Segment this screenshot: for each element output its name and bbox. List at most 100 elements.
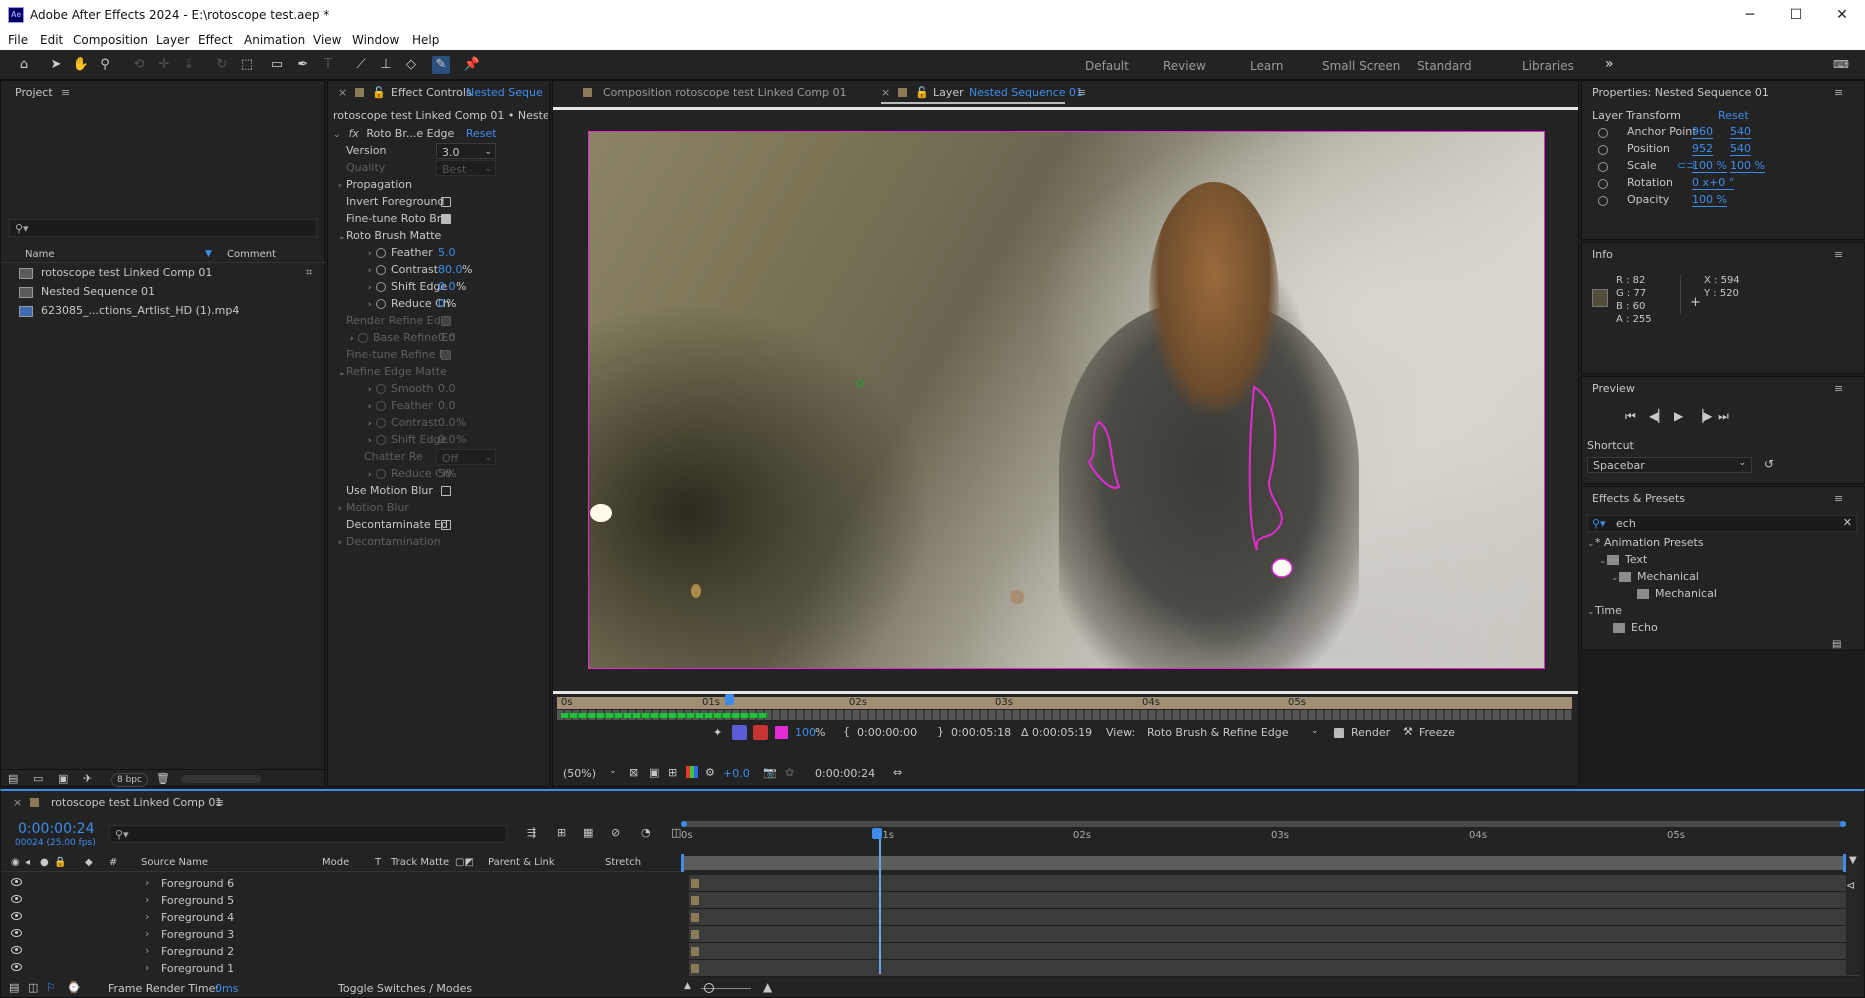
- stopwatch-icon[interactable]: [376, 299, 386, 309]
- freeze-button[interactable]: Freeze: [1419, 726, 1455, 739]
- stopwatch-icon[interactable]: [376, 418, 386, 428]
- chevron-right-icon[interactable]: ›: [368, 416, 376, 432]
- effect-controls-tab[interactable]: Effect Controls: [391, 86, 472, 99]
- overlay-opacity[interactable]: 100: [795, 726, 816, 739]
- visibility-eye-icon[interactable]: [11, 895, 22, 903]
- timeline-layer-row[interactable]: › Foreground 5: [1, 892, 681, 909]
- minimize-button[interactable]: ─: [1730, 4, 1770, 26]
- label-column-icon[interactable]: ◆: [85, 857, 93, 868]
- ec-checkbox[interactable]: [441, 197, 451, 207]
- project-item[interactable]: rotoscope test Linked Comp 01: [1, 265, 301, 281]
- magnification-dropdown[interactable]: (50%): [563, 767, 596, 780]
- audio-toggle-icon[interactable]: ◂: [25, 857, 30, 868]
- chevron-right-icon[interactable]: ›: [368, 467, 376, 483]
- workspace-libraries[interactable]: Libraries: [1522, 59, 1574, 73]
- color-management-icon[interactable]: ⚙: [705, 766, 715, 779]
- menu-composition[interactable]: Composition: [73, 33, 148, 47]
- grid-icon[interactable]: ⊞: [668, 766, 677, 779]
- lock-toggle-icon[interactable]: 🔒: [54, 857, 66, 868]
- pan-behind-tool-icon[interactable]: ⬚: [238, 56, 256, 74]
- prop-value-1[interactable]: 100 %: [1692, 193, 1727, 207]
- zoom-tool-icon[interactable]: ⚲: [96, 56, 114, 74]
- chevron-right-icon[interactable]: ›: [368, 433, 376, 449]
- chevron-right-icon[interactable]: ›: [338, 178, 346, 194]
- menu-file[interactable]: File: [8, 33, 28, 47]
- puppet-pin-tool-icon[interactable]: 📌: [463, 56, 481, 74]
- play-icon[interactable]: ▶: [1674, 409, 1683, 423]
- transfer-controls-icon[interactable]: ◫: [28, 981, 38, 994]
- timeline-timecode[interactable]: 0:00:00:24: [18, 821, 95, 837]
- preset-tree-item[interactable]: ⌄* Animation Presets: [1587, 535, 1704, 551]
- column-mode[interactable]: Mode: [322, 857, 349, 868]
- channels-icon[interactable]: [686, 766, 698, 778]
- rotation-tool-icon[interactable]: ↻: [213, 56, 231, 74]
- flowchart-icon[interactable]: ⌗: [306, 266, 312, 280]
- hand-tool-icon[interactable]: ✋: [72, 56, 90, 74]
- view-dropdown[interactable]: Roto Brush & Refine Edge: [1147, 726, 1289, 739]
- snapshot-icon[interactable]: 📷: [763, 766, 777, 779]
- pen-tool-icon[interactable]: ✒: [294, 56, 312, 74]
- stopwatch-icon[interactable]: [376, 282, 386, 292]
- stopwatch-icon[interactable]: [358, 333, 368, 343]
- chevron-down-icon[interactable]: ⌄: [338, 365, 346, 381]
- chevron-right-icon[interactable]: ›: [145, 876, 149, 889]
- prop-value-1[interactable]: 952: [1692, 142, 1713, 156]
- ec-value[interactable]: 0.0: [438, 398, 456, 414]
- stopwatch-icon[interactable]: [376, 265, 386, 275]
- shy-layers-icon[interactable]: ▦: [583, 826, 593, 839]
- composition-tab[interactable]: Composition rotoscope test Linked Comp 0…: [603, 86, 847, 99]
- graph-editor-icon[interactable]: ◫: [671, 826, 681, 839]
- column-name[interactable]: Name: [25, 249, 55, 260]
- workspace-standard[interactable]: Standard: [1417, 59, 1472, 73]
- comp-button-icon[interactable]: ⊲: [1846, 879, 1855, 892]
- timeline-scrollbar[interactable]: [1846, 855, 1860, 975]
- chevron-right-icon[interactable]: ›: [145, 910, 149, 923]
- layer-switches-icon[interactable]: ▤: [9, 981, 19, 994]
- work-area-bar[interactable]: [681, 821, 1846, 827]
- next-frame-icon[interactable]: ▕▶: [1694, 409, 1712, 423]
- lock-icon[interactable]: 🔓: [915, 86, 929, 99]
- stopwatch-icon[interactable]: [1598, 145, 1608, 155]
- chevron-right-icon[interactable]: ›: [145, 893, 149, 906]
- out-point[interactable]: 0:00:05:18: [951, 726, 1011, 739]
- project-item[interactable]: 623085_...ctions_Artlist_HD (1).mp4: [1, 303, 301, 319]
- orbit-camera-icon[interactable]: ⟲: [130, 56, 148, 74]
- sort-icon[interactable]: ▼: [205, 249, 212, 259]
- safe-margins-icon[interactable]: ▣: [649, 766, 659, 779]
- ec-dropdown[interactable]: 3.0 ⌄: [436, 143, 496, 159]
- delete-icon[interactable]: 🗑: [156, 772, 170, 785]
- in-out-toggle-icon[interactable]: ⚐: [46, 981, 56, 994]
- column-switches-icon[interactable]: ▢◩: [455, 857, 474, 868]
- lock-icon[interactable]: 🔓: [372, 86, 386, 99]
- chevron-down-icon[interactable]: ⌄: [338, 229, 346, 245]
- menu-effect[interactable]: Effect: [198, 33, 233, 47]
- timeline-layer-row[interactable]: › Foreground 4: [1, 909, 681, 926]
- ec-value[interactable]: 0.0: [438, 330, 456, 346]
- timeline-tab[interactable]: rotoscope test Linked Comp 01: [51, 796, 222, 809]
- layer-bar[interactable]: [689, 892, 1859, 909]
- foreground-brush-icon[interactable]: [732, 725, 747, 740]
- panel-menu-icon[interactable]: ≡: [1834, 492, 1843, 505]
- video-toggle-icon[interactable]: ◉: [11, 857, 20, 868]
- in-point-icon[interactable]: {: [843, 725, 850, 738]
- chevron-right-icon[interactable]: ›: [368, 246, 376, 262]
- overlay-color-icon[interactable]: [775, 726, 788, 739]
- chevron-down-icon[interactable]: ⌄: [1587, 536, 1595, 552]
- panel-menu-icon[interactable]: ≡: [1834, 86, 1843, 99]
- panel-menu-icon[interactable]: ≡: [1077, 86, 1086, 99]
- prop-value-2[interactable]: 540: [1730, 125, 1751, 139]
- preset-tree-item[interactable]: ⌄ Text: [1599, 552, 1647, 568]
- zoom-end-handle[interactable]: [1840, 821, 1846, 827]
- menu-view[interactable]: View: [313, 33, 341, 47]
- close-tab-icon[interactable]: ×: [13, 796, 22, 809]
- maximize-button[interactable]: ☐: [1776, 4, 1816, 26]
- ec-value[interactable]: 0.0: [438, 432, 456, 448]
- prop-value-1[interactable]: 0 x+0 °: [1692, 176, 1735, 190]
- menu-help[interactable]: Help: [412, 33, 439, 47]
- motion-blur-icon[interactable]: ◔: [641, 826, 651, 839]
- ec-dropdown[interactable]: Best ⌄: [436, 160, 496, 176]
- menu-layer[interactable]: Layer: [156, 33, 189, 47]
- freeze-icon[interactable]: ⚒: [1403, 725, 1413, 738]
- preset-tree-item[interactable]: Mechanical: [1623, 586, 1717, 602]
- effects-search-input[interactable]: ⚲▾ ech ✕: [1587, 515, 1857, 532]
